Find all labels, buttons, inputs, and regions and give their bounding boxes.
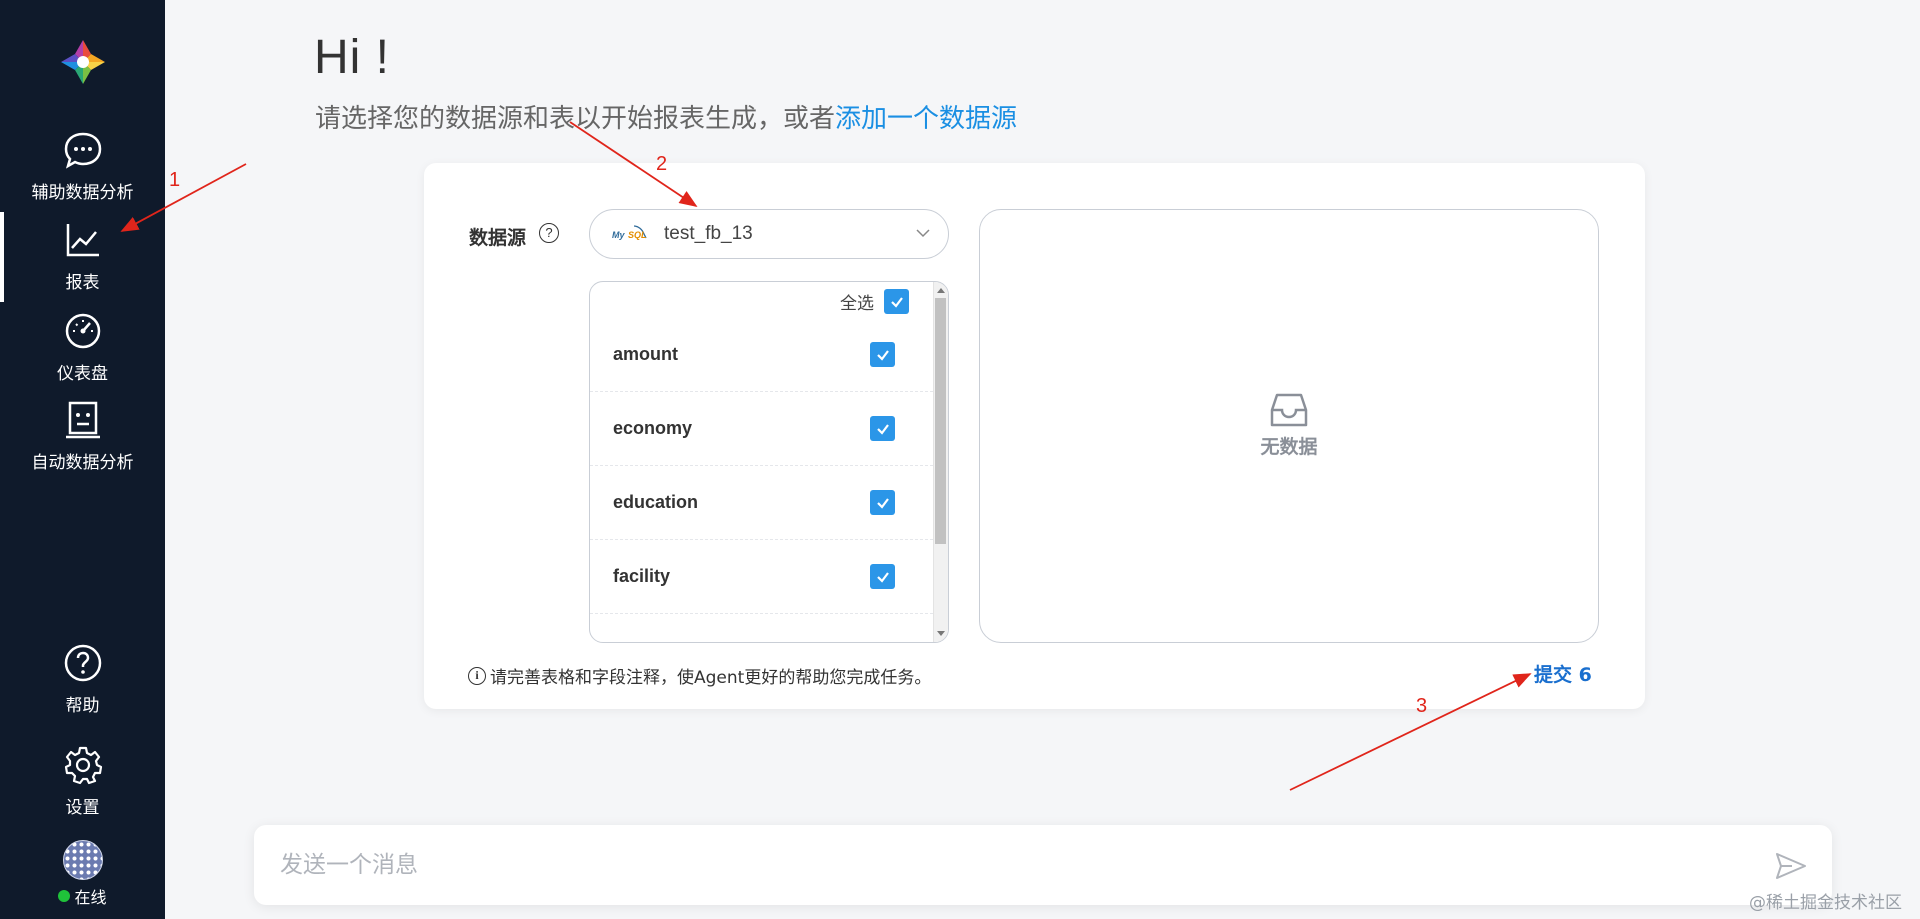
help-icon [61,641,105,685]
datasource-label: 数据源 [469,227,527,249]
check-icon [876,571,889,583]
page-title: Hi ! [314,31,390,84]
table-name: education [613,492,699,512]
sidebar-item-label: 自动数据分析 [31,453,134,472]
gauge-icon [61,309,105,353]
gear-icon [61,743,105,787]
empty-state: 无数据 [980,392,1598,459]
table-checkbox[interactable] [870,342,895,367]
watermark: @稀土掘金技术社区 [1749,893,1902,913]
sidebar-item-label: 报表 [65,273,100,292]
check-icon [876,349,889,361]
sidebar-item-label: 帮助 [65,696,100,715]
select-all[interactable]: 全选 [840,289,909,314]
table-checkbox[interactable] [870,416,895,441]
table-name: facility [613,566,671,586]
table-row[interactable]: economy [590,392,933,466]
help-question-icon[interactable]: ? [539,223,559,243]
check-icon [876,497,889,509]
table-list[interactable]: 全选 amount economy education facility [589,281,949,643]
status-label: 在线 [74,890,107,907]
selected-datasource: test_fb_13 [664,223,753,244]
user-status[interactable]: 在线 [0,840,165,908]
sidebar-item-assisted-analysis[interactable]: 辅助数据分析 [0,128,165,203]
table-row[interactable]: amount [590,318,933,392]
scrollbar[interactable] [933,282,948,642]
send-icon[interactable] [1774,849,1808,883]
table-name: economy [613,418,693,438]
sidebar-item-settings[interactable]: 设置 [0,743,165,818]
table-row[interactable]: education [590,466,933,540]
empty-text: 无数据 [1260,436,1318,458]
sidebar-item-label: 设置 [65,798,100,817]
scroll-down-icon[interactable] [937,631,945,636]
inbox-icon [1270,393,1308,427]
page-subtitle: 请选择您的数据源和表以开始报表生成，或者添加一个数据源 [315,104,1018,134]
submit-button[interactable]: 提交 6 [1534,660,1592,687]
datasource-select[interactable]: My SQL test_fb_13 [589,209,949,259]
sidebar-item-auto-analysis[interactable]: 自动数据分析 [0,398,165,473]
annotation-number: 1 [169,169,181,191]
sidebar-item-dashboard[interactable]: 仪表盘 [0,309,165,384]
sidebar: 辅助数据分析 报表 仪表盘 自动数据分析 帮助 设置 在线 [0,0,165,919]
online-dot-icon [58,890,71,902]
scroll-thumb[interactable] [935,298,946,544]
table-row[interactable] [590,614,933,642]
add-datasource-link[interactable]: 添加一个数据源 [835,104,1017,134]
mysql-icon: My SQL [612,224,650,244]
chevron-down-icon [916,229,930,238]
preview-panel: 无数据 [979,209,1599,643]
table-checkbox[interactable] [870,564,895,589]
sidebar-item-report[interactable]: 报表 [0,212,165,302]
sidebar-item-label: 仪表盘 [57,364,108,383]
annotation-number: 3 [1416,695,1428,717]
scroll-up-icon[interactable] [937,288,945,293]
table-checkbox[interactable] [870,490,895,515]
sidebar-item-help[interactable]: 帮助 [0,641,165,716]
select-all-checkbox[interactable] [884,289,909,314]
robot-icon [61,398,105,442]
message-bar [254,825,1832,905]
select-all-label: 全选 [840,294,874,313]
check-icon [890,296,903,308]
info-icon: i [468,666,486,685]
table-row[interactable]: facility [590,540,933,614]
sidebar-item-label: 辅助数据分析 [31,183,134,202]
line-chart-icon [61,218,105,262]
table-name: amount [613,344,678,364]
annotation-number: 2 [656,153,668,175]
check-icon [876,423,889,435]
avatar[interactable] [62,840,103,880]
chat-bubble-icon [61,128,105,172]
app-logo-icon[interactable] [58,37,108,87]
message-input[interactable] [280,845,1730,885]
info-note: i 请完善表格和字段注释，使Agent更好的帮助您完成任务。 [468,663,931,688]
